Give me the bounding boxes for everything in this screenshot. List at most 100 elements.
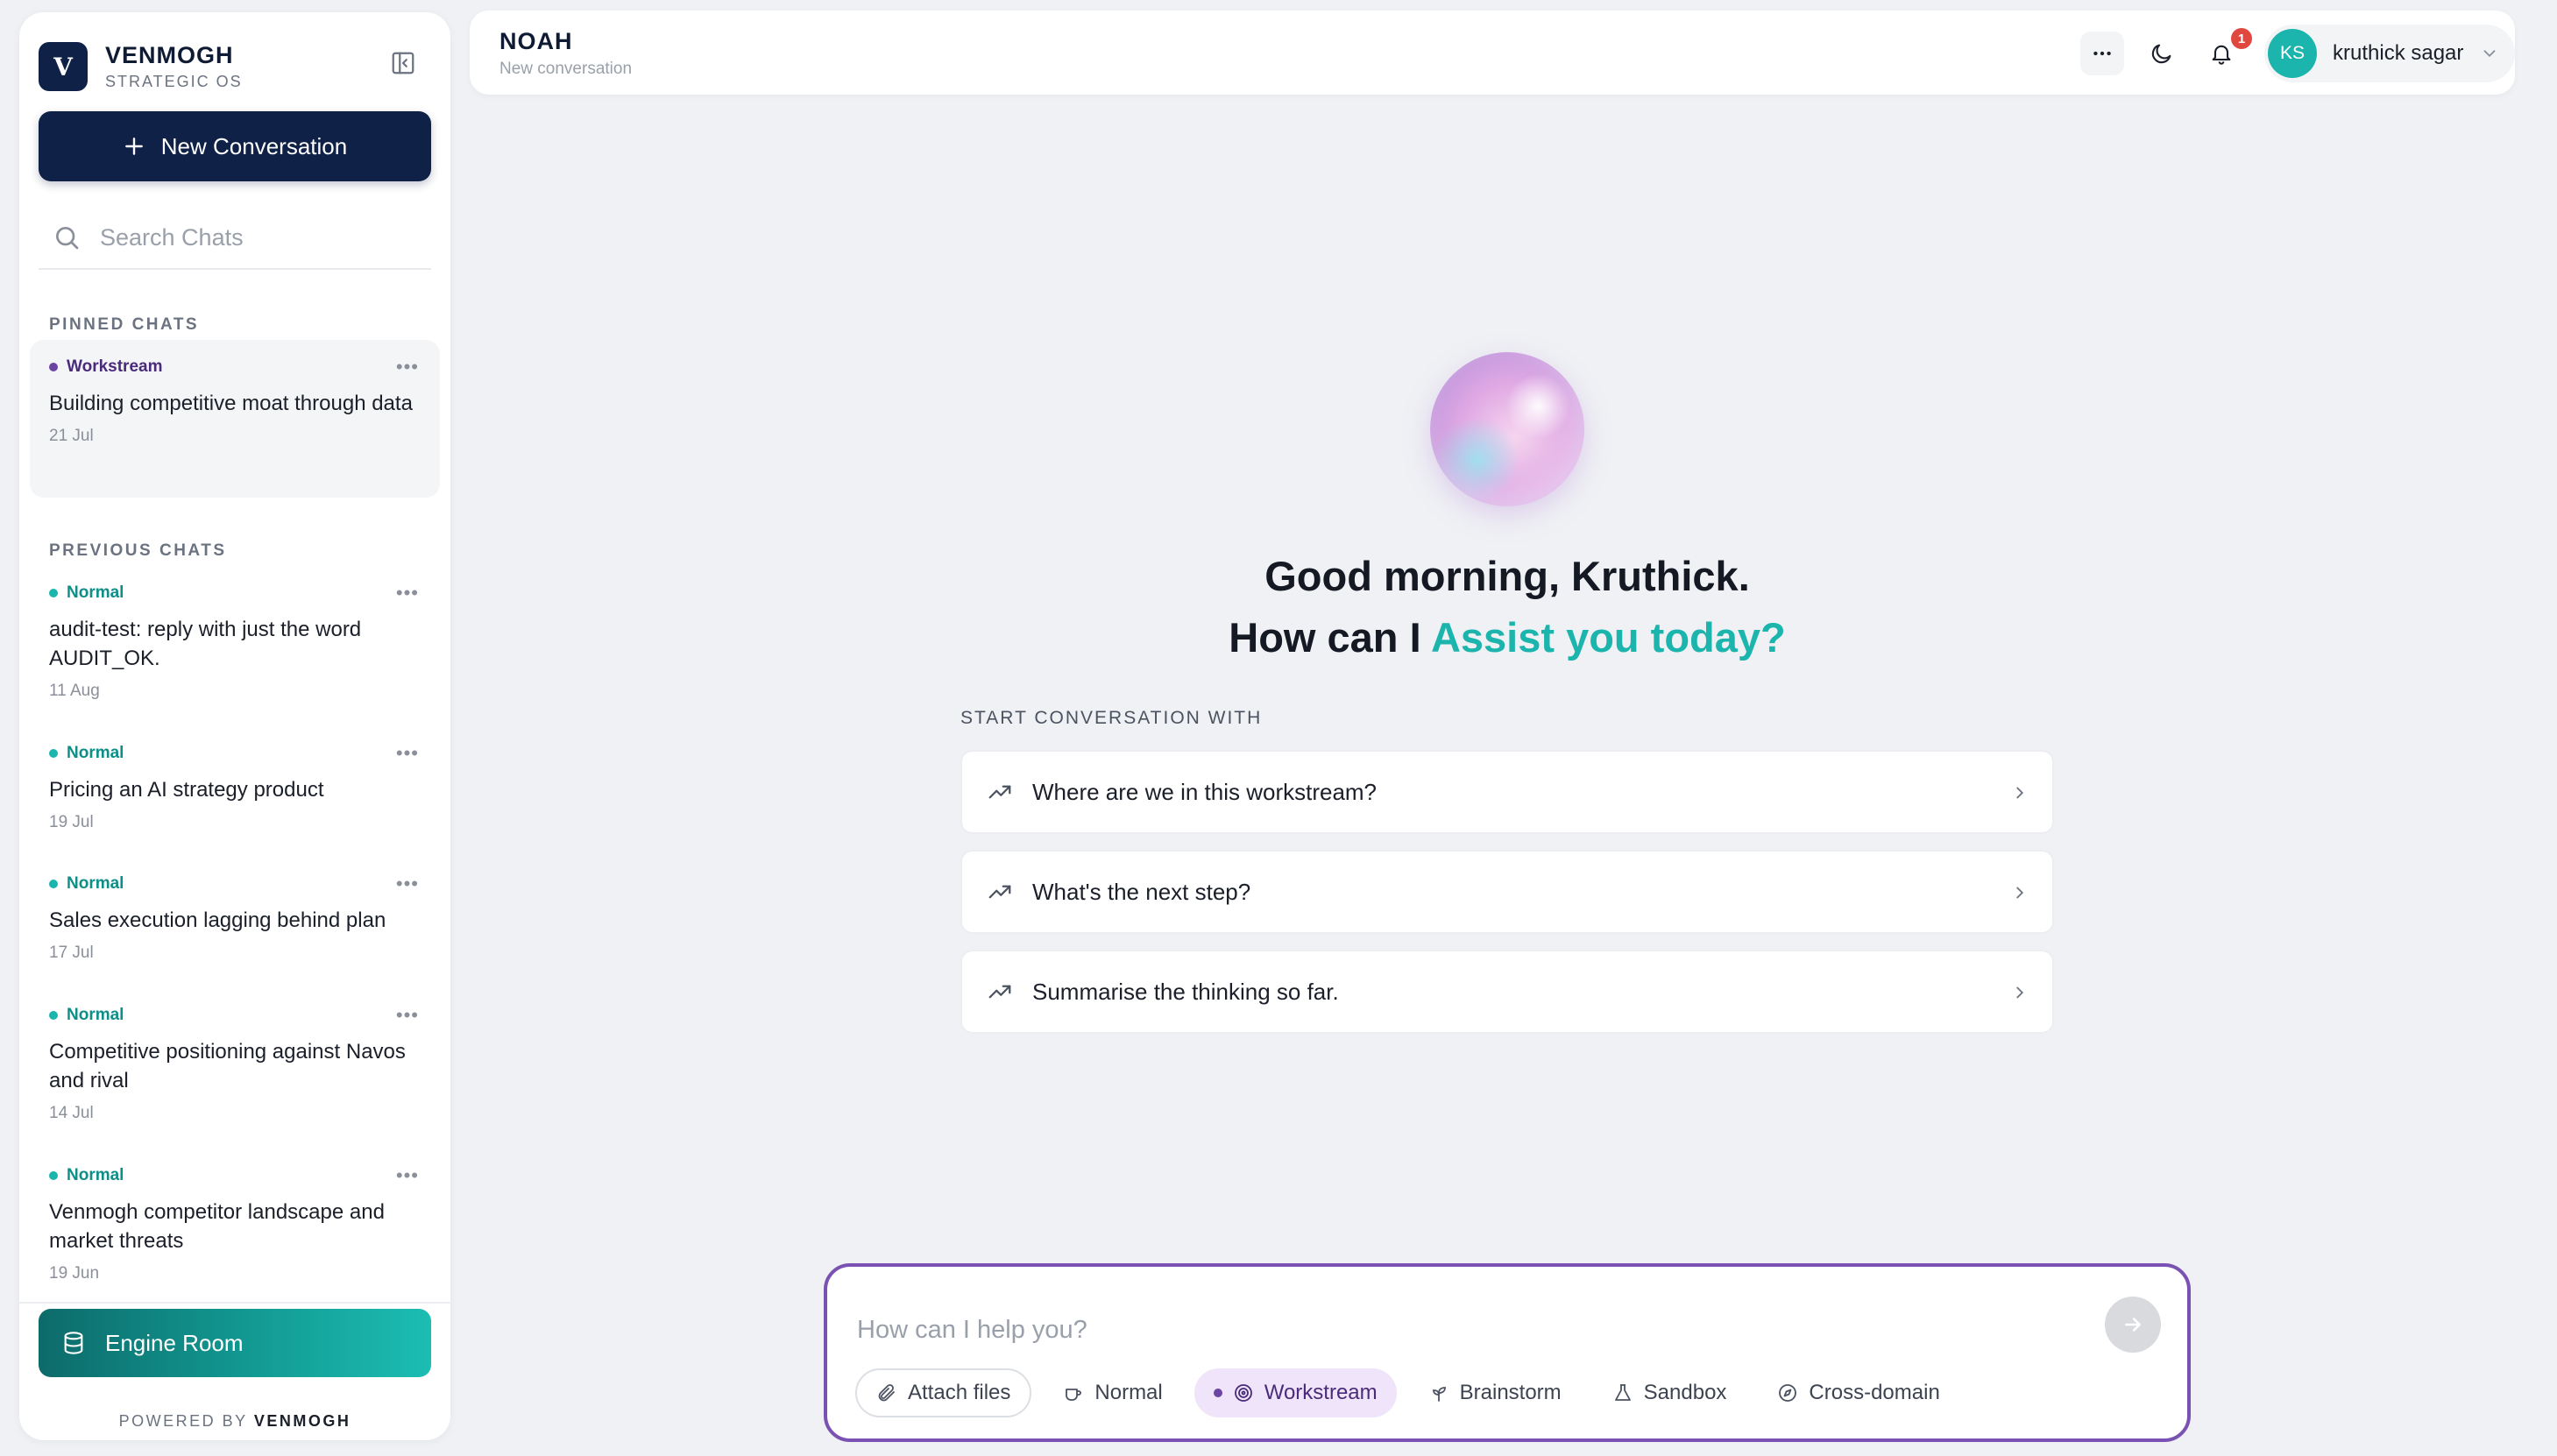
ellipsis-icon[interactable]: •••	[396, 582, 419, 604]
chat-item[interactable]: Normal Pricing an AI strategy product 19…	[30, 726, 440, 832]
top-bar: NOAH New conversation 1 KS kruthick saga…	[470, 11, 2515, 95]
suggestion-text: Where are we in this workstream?	[1032, 778, 1378, 805]
paperclip-icon	[878, 1384, 895, 1402]
chat-title: Building competitive moat through data	[49, 392, 413, 415]
workstream-dot-icon	[49, 363, 58, 371]
chat-title: Pricing an AI strategy product	[49, 778, 324, 802]
start-conversation-heading: START CONVERSATION WITH	[960, 708, 1263, 728]
chat-item[interactable]: Normal Sales execution lagging behind pl…	[30, 857, 440, 963]
chat-title: Competitive positioning against Navos an…	[49, 1040, 406, 1092]
normal-dot-icon	[49, 749, 58, 758]
ellipsis-icon[interactable]: •••	[396, 1164, 419, 1187]
normal-dot-icon	[49, 1011, 58, 1020]
database-icon	[64, 1332, 83, 1354]
chevron-right-icon	[2016, 787, 2024, 799]
suggestion-card[interactable]: What's the next step?	[960, 850, 2054, 934]
attach-files-button[interactable]: Attach files	[855, 1368, 1032, 1417]
search-placeholder: Search Chats	[100, 223, 244, 251]
chat-item[interactable]: Normal Competitive positioning against N…	[30, 988, 440, 1123]
pinned-chat-item[interactable]: Workstream Building competitive moat thr…	[30, 340, 440, 498]
page-subtitle: New conversation	[499, 60, 633, 78]
suggestion-card[interactable]: Summarise the thinking so far.	[960, 950, 2054, 1034]
mode-brainstorm[interactable]: Brainstorm	[1409, 1368, 1581, 1417]
brand-subtitle: STRATEGIC OS	[105, 73, 243, 90]
trend-icon	[988, 985, 1011, 999]
suggestion-card[interactable]: Where are we in this workstream?	[960, 750, 2054, 834]
flask-icon	[1614, 1384, 1631, 1401]
search-chats-input[interactable]: Search Chats	[39, 207, 431, 270]
brand-logo: V	[39, 42, 88, 91]
sidebar-collapse-button[interactable]	[387, 47, 419, 79]
chat-date: 11 Aug	[49, 682, 100, 700]
sidebar-divider	[19, 1302, 450, 1304]
chat-tag: Normal	[67, 1006, 124, 1024]
chevron-down-icon	[2483, 50, 2496, 58]
new-conversation-label: New Conversation	[160, 132, 348, 159]
mode-normal[interactable]: Normal	[1044, 1368, 1181, 1417]
engine-room-button[interactable]: Engine Room	[39, 1309, 431, 1377]
mode-workstream[interactable]: Workstream	[1194, 1368, 1397, 1417]
chat-item[interactable]: Normal audit-test: reply with just the w…	[30, 566, 440, 701]
theme-toggle-button[interactable]	[2140, 32, 2184, 75]
chat-tag: Normal	[67, 744, 124, 762]
attach-files-label: Attach files	[908, 1381, 1011, 1404]
chat-title: Sales execution lagging behind plan	[49, 908, 386, 932]
plus-icon	[124, 138, 143, 155]
chevron-right-icon	[2016, 887, 2024, 899]
chevron-right-icon	[2016, 986, 2024, 999]
powered-by-prefix: POWERED BY	[118, 1412, 248, 1430]
chat-date: 14 Jul	[49, 1104, 94, 1122]
ellipsis-icon[interactable]: •••	[396, 1004, 419, 1027]
greeting-line-2: How can I Assist you today?	[964, 613, 2051, 661]
mode-cross-domain[interactable]: Cross-domain	[1758, 1368, 1958, 1417]
chat-title: audit-test: reply with just the word AUD…	[49, 618, 362, 670]
page-title: NOAH	[499, 28, 573, 54]
message-input[interactable]: How can I help you?	[857, 1316, 1087, 1345]
new-conversation-button[interactable]: New Conversation	[39, 111, 431, 181]
user-menu-button[interactable]: KS kruthick sagar	[2264, 25, 2515, 82]
avatar: KS	[2268, 29, 2317, 78]
compass-icon	[1779, 1384, 1797, 1402]
chat-date: 19 Jun	[49, 1264, 100, 1283]
send-button[interactable]	[2105, 1297, 2161, 1353]
active-dot-icon	[1213, 1389, 1222, 1397]
search-icon	[56, 227, 79, 250]
previous-chats-heading: PREVIOUS CHATS	[49, 541, 227, 560]
ellipsis-icon	[2093, 51, 2111, 56]
mode-label: Workstream	[1264, 1381, 1378, 1404]
mode-sandbox[interactable]: Sandbox	[1593, 1368, 1746, 1417]
pinned-chats-heading: PINNED CHATS	[49, 315, 200, 334]
sidebar-collapse-icon	[392, 52, 414, 74]
target-icon	[1234, 1384, 1252, 1402]
message-composer[interactable]: How can I help you? Attach files Normal …	[824, 1263, 2191, 1442]
powered-by: POWERED BY VENMOGH	[19, 1412, 450, 1431]
suggestion-text: What's the next step?	[1032, 878, 1251, 905]
normal-dot-icon	[49, 1171, 58, 1180]
ellipsis-icon[interactable]: •••	[396, 873, 419, 895]
normal-dot-icon	[49, 880, 58, 888]
chat-tag: Normal	[67, 1166, 124, 1184]
greeting-prefix: How can I	[1229, 614, 1431, 661]
suggestion-text: Summarise the thinking so far.	[1032, 978, 1339, 1005]
chat-tag: Normal	[67, 583, 124, 602]
sprout-icon	[1432, 1387, 1446, 1402]
ellipsis-icon[interactable]: •••	[396, 742, 419, 765]
ellipsis-icon[interactable]: •••	[396, 356, 419, 378]
trend-icon	[988, 785, 1011, 799]
notification-badge: 1	[2231, 28, 2252, 49]
sidebar: V VENMOGH STRATEGIC OS New Conversation …	[19, 12, 450, 1440]
bell-icon	[2212, 45, 2231, 65]
mode-selector: Attach files Normal Workstream Brainstor…	[855, 1368, 1972, 1417]
greeting-line-1: Good morning, Kruthick.	[1264, 553, 1750, 599]
assistant-orb	[1430, 352, 1584, 506]
trend-icon	[988, 885, 1011, 899]
more-options-button[interactable]	[2080, 32, 2124, 75]
brand: V VENMOGH STRATEGIC OS	[39, 35, 243, 98]
mode-label: Brainstorm	[1459, 1381, 1562, 1404]
user-name: kruthick sagar	[2333, 41, 2464, 65]
engine-room-label: Engine Room	[105, 1329, 244, 1356]
chat-date: 19 Jul	[49, 813, 94, 831]
chat-title: Venmogh competitor landscape and market …	[49, 1200, 385, 1253]
brand-name: VENMOGH	[105, 42, 234, 68]
chat-item[interactable]: Normal Venmogh competitor landscape and …	[30, 1149, 440, 1283]
